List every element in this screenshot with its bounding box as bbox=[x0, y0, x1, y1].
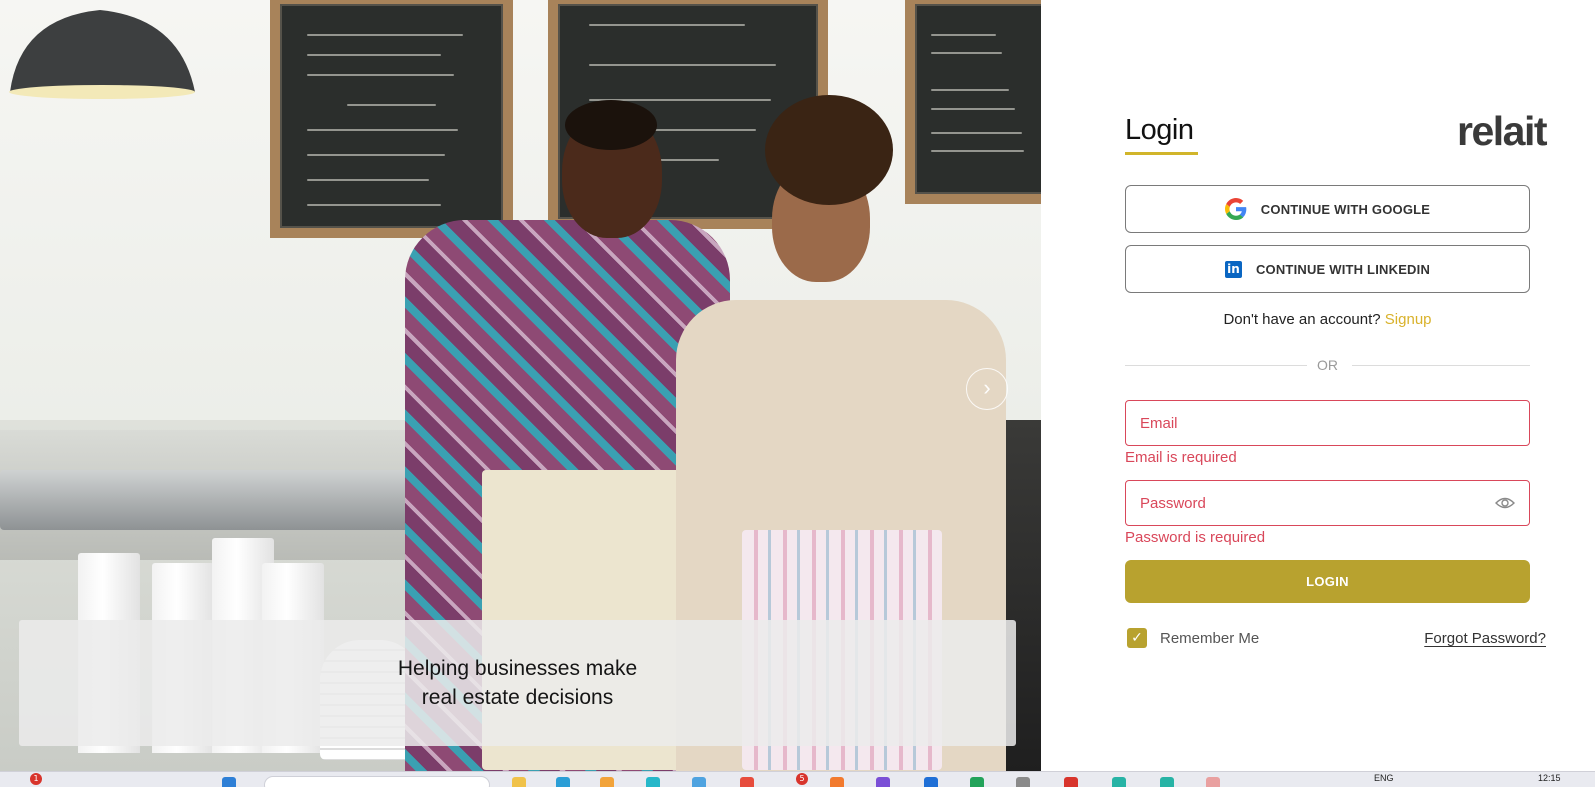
app-window: › Helping businesses make real estate de… bbox=[0, 0, 1595, 787]
menu-board-right bbox=[905, 0, 1041, 204]
hero-caption-text: Helping businesses make real estate deci… bbox=[397, 657, 638, 709]
signup-prompt: Don't have an account? bbox=[1223, 311, 1381, 328]
chevron-right-icon[interactable]: › bbox=[966, 368, 1008, 410]
linkedin-login-label: CONTINUE WITH LINKEDIN bbox=[1255, 261, 1431, 277]
language-indicator[interactable]: ENG bbox=[1374, 773, 1394, 783]
brand-logo: relait bbox=[1457, 108, 1548, 154]
notification-badge: 1 bbox=[30, 773, 42, 785]
espresso-machine-image bbox=[0, 470, 470, 530]
remember-me-checkbox[interactable]: ✓ bbox=[1127, 628, 1147, 648]
file-explorer-icon[interactable] bbox=[512, 777, 526, 787]
google-login-button[interactable]: CONTINUE WITH GOOGLE bbox=[1125, 185, 1530, 233]
login-panel: Login relait CONTINUE WITH GOOGLE in CON… bbox=[1041, 0, 1595, 771]
app-icon[interactable] bbox=[830, 777, 844, 787]
forgot-password-link[interactable]: Forgot Password? bbox=[1424, 630, 1546, 647]
app-icon[interactable] bbox=[646, 777, 660, 787]
hero-caption: Helping businesses make real estate deci… bbox=[19, 620, 1016, 746]
google-login-label: CONTINUE WITH GOOGLE bbox=[1260, 201, 1431, 217]
edge-icon[interactable] bbox=[556, 777, 570, 787]
show-password-eye-icon[interactable] bbox=[1495, 496, 1515, 510]
password-field[interactable] bbox=[1125, 480, 1530, 526]
email-input[interactable] bbox=[1140, 414, 1515, 432]
app-icon[interactable] bbox=[600, 777, 614, 787]
password-input[interactable] bbox=[1140, 494, 1495, 512]
app-icon[interactable] bbox=[1016, 777, 1030, 787]
email-field[interactable] bbox=[1125, 400, 1530, 446]
google-icon bbox=[1224, 198, 1247, 220]
taskbar-search[interactable] bbox=[264, 776, 490, 787]
remember-me-label: Remember Me bbox=[1160, 629, 1260, 647]
password-error: Password is required bbox=[1125, 529, 1266, 546]
app-icon[interactable] bbox=[692, 777, 706, 787]
signup-prompt-row: Don't have an account? Signup bbox=[1125, 311, 1530, 328]
chrome-icon[interactable] bbox=[876, 777, 890, 787]
app-icon[interactable] bbox=[1160, 777, 1174, 787]
app-icon[interactable] bbox=[1206, 777, 1220, 787]
hero-carousel: › Helping businesses make real estate de… bbox=[0, 0, 1041, 771]
login-button[interactable]: LOGIN bbox=[1125, 560, 1530, 603]
linkedin-icon: in bbox=[1224, 260, 1242, 278]
app-icon[interactable] bbox=[970, 777, 984, 787]
pendant-lamp-image bbox=[9, 10, 195, 99]
app-icon[interactable] bbox=[1112, 777, 1126, 787]
signup-link[interactable]: Signup bbox=[1385, 311, 1432, 328]
email-error: Email is required bbox=[1125, 449, 1237, 466]
app-icon[interactable] bbox=[1064, 777, 1078, 787]
app-icon[interactable] bbox=[740, 777, 754, 787]
title-underline bbox=[1125, 152, 1198, 155]
or-divider-text: OR bbox=[1317, 357, 1338, 373]
notification-badge: 5 bbox=[796, 773, 808, 785]
os-taskbar: 1 5 ENG 12:15 bbox=[0, 771, 1595, 787]
windows-start-icon[interactable] bbox=[222, 777, 236, 787]
remember-me-row: ✓ Remember Me bbox=[1127, 628, 1259, 648]
or-divider: OR bbox=[1125, 355, 1530, 375]
app-icon[interactable] bbox=[924, 777, 938, 787]
page-title: Login bbox=[1125, 114, 1194, 146]
linkedin-login-button[interactable]: in CONTINUE WITH LINKEDIN bbox=[1125, 245, 1530, 293]
menu-board-left bbox=[270, 0, 513, 238]
clock[interactable]: 12:15 bbox=[1538, 773, 1561, 783]
